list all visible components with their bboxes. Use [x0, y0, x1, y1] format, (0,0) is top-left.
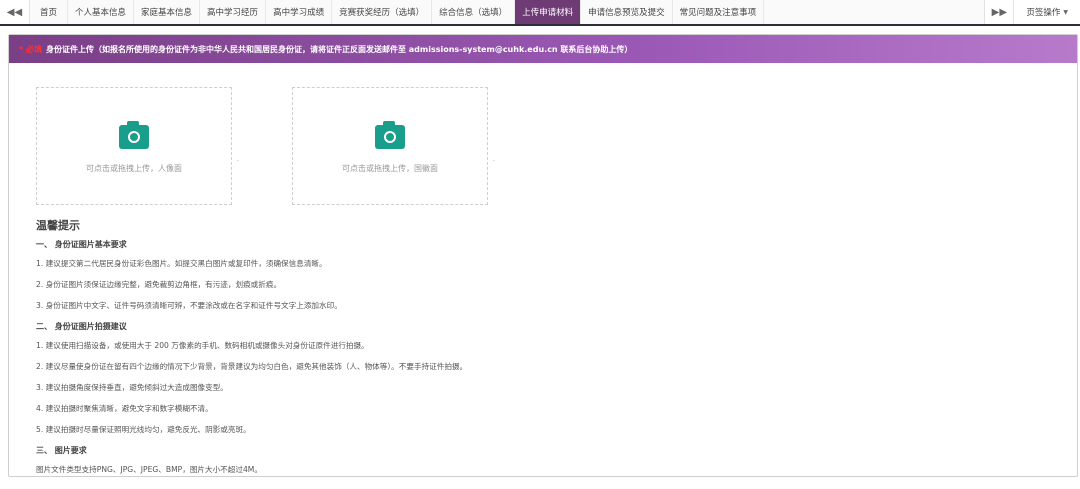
tips-section-heading: 一、 身份证图片基本要求: [36, 240, 127, 249]
page-operations-dropdown[interactable]: 页签操作 ▼: [1014, 0, 1080, 24]
tip-item: 3. 身份证图片中文字、证件号码须清晰可辨，不要涂改或在名字和证件号文字上添加水…: [36, 301, 342, 310]
tip-item: 2. 建议尽量使身份证在留有四个边缘的情况下少背景，背景建议为均匀白色，避免其他…: [36, 362, 468, 371]
upload-emblem-hint: 可点击或拖拽上传，国徽面: [342, 163, 438, 173]
tip-item: 3. 建议拍摄角度保持垂直，避免倾斜过大造成图像变型。: [36, 383, 228, 392]
tab-personal-info[interactable]: 个人基本信息: [68, 0, 135, 24]
panel-header: * 必填 身份证件上传（如报名所使用的身份证件为非中华人民共和国居民身份证，请将…: [9, 35, 1077, 63]
panel-title: 身份证件上传（如报名所使用的身份证件为非中华人民共和国居民身份证，请将证件正反面…: [45, 44, 633, 54]
tab-label: 个人基本信息: [75, 8, 127, 18]
tips-title: 温馨提示: [36, 219, 80, 232]
tip-item: 2. 身份证图片须保证边缘完整，避免裁剪边角框，有污迹，划痕或折痕。: [36, 280, 282, 289]
double-chevron-right-icon: ▶▶: [991, 6, 1008, 18]
upload-emblem-side[interactable]: 可点击或拖拽上传，国徽面 .: [292, 87, 495, 205]
upload-portrait-side[interactable]: 可点击或拖拽上传，人像面 .: [36, 87, 239, 205]
tab-label: 上传申请材料: [522, 8, 574, 18]
page-operations-label: 页签操作: [1026, 8, 1061, 18]
tabs-container: 首页 个人基本信息 家庭基本信息 高中学习经历 高中学习成绩 竞赛获奖经历（选填…: [30, 0, 984, 24]
tip-item: 1. 建议使用扫描设备，或使用大于 200 万像素的手机、数码相机或摄像头对身份…: [36, 341, 369, 350]
id-upload-panel: * 必填 身份证件上传（如报名所使用的身份证件为非中华人民共和国居民身份证，请将…: [8, 34, 1078, 477]
tab-competition-awards[interactable]: 竞赛获奖经历（选填）: [332, 0, 433, 24]
tab-comprehensive-info[interactable]: 综合信息（选填）: [432, 0, 516, 24]
tab-upload-materials[interactable]: 上传申请材料: [515, 0, 582, 24]
camera-icon: [119, 120, 149, 149]
tab-label: 首页: [40, 8, 58, 18]
tips-section-heading: 三、 图片要求: [36, 446, 87, 455]
tab-high-school-experience[interactable]: 高中学习经历: [200, 0, 267, 24]
tab-label: 高中学习经历: [207, 8, 259, 18]
camera-icon: [375, 120, 405, 149]
tips-section: 温馨提示 一、 身份证图片基本要求 1. 建议提交第二代居民身份证彩色图片。如提…: [36, 217, 1036, 485]
tab-label: 家庭基本信息: [141, 8, 193, 18]
upload-portrait-hint: 可点击或拖拽上传，人像面: [86, 163, 182, 173]
tab-label: 竞赛获奖经历（选填）: [339, 8, 425, 18]
tips-section-heading: 二、 身份证图片拍摄建议: [36, 322, 127, 331]
tab-label: 常见问题及注意事项: [679, 8, 757, 18]
tip-item: 图片文件类型支持PNG、JPG、JPEG、BMP，图片大小不超过4M。: [36, 465, 262, 474]
tab-family-info[interactable]: 家庭基本信息: [134, 0, 201, 24]
tab-label: 高中学习成绩: [273, 8, 325, 18]
tip-item: 4. 建议拍摄时聚焦清晰，避免文字和数字模糊不清。: [36, 404, 213, 413]
tab-label: 综合信息（选填）: [439, 8, 508, 18]
tab-high-school-grades[interactable]: 高中学习成绩: [266, 0, 333, 24]
required-mark: * 必填: [19, 44, 42, 54]
upload-area: 可点击或拖拽上传，人像面 . 可点击或拖拽上传，国徽面 .: [36, 87, 495, 205]
tip-item: 5. 建议拍摄时尽量保证照明光线均匀，避免反光、阴影或亮斑。: [36, 425, 251, 434]
tab-faq[interactable]: 常见问题及注意事项: [673, 0, 765, 24]
caret-down-icon: ▼: [1063, 8, 1068, 16]
tab-label: 申请信息预览及提交: [588, 8, 665, 18]
double-chevron-left-icon: ◀◀: [6, 6, 23, 18]
tab-tools: ▶▶ 页签操作 ▼: [984, 0, 1080, 24]
scroll-tabs-right-button[interactable]: ▶▶: [984, 0, 1015, 24]
tip-item: 1. 建议提交第二代居民身份证彩色图片。如提交黑白图片或复印件，须确保信息清晰。: [36, 259, 327, 268]
tab-bar: ◀◀ 首页 个人基本信息 家庭基本信息 高中学习经历 高中学习成绩 竞赛获奖经历…: [0, 0, 1080, 26]
scroll-tabs-left-button[interactable]: ◀◀: [0, 0, 30, 24]
tab-preview-submit[interactable]: 申请信息预览及提交: [581, 0, 673, 24]
tab-home[interactable]: 首页: [30, 0, 69, 24]
